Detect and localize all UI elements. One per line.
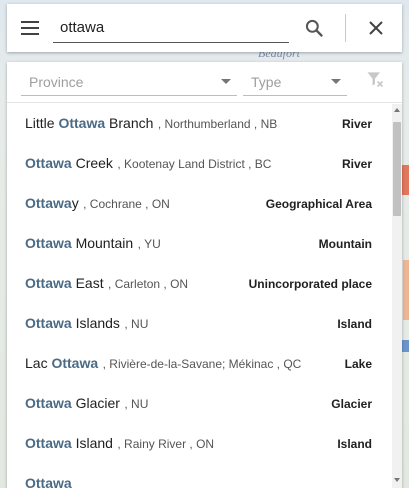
result-name-suffix: Islands	[71, 315, 120, 331]
result-row[interactable]: Lac Ottawa , Rivière-de-la-Savane; Mékin…	[7, 344, 393, 384]
result-name-group: Little Ottawa Branch , Northumberland , …	[25, 115, 277, 133]
chevron-down-icon	[331, 79, 341, 84]
results-list: Little Ottawa Branch , Northumberland , …	[7, 104, 393, 488]
result-name-match: Ottawa	[25, 155, 72, 171]
chevron-down-icon	[221, 79, 231, 84]
result-name-match: Ottawa	[58, 115, 106, 131]
result-name: Ottawa	[25, 475, 72, 488]
result-type: River	[341, 117, 372, 131]
result-location: , Rainy River , ON	[117, 437, 215, 451]
result-type: River	[341, 157, 372, 171]
map-edge	[401, 150, 409, 450]
result-location: , NU	[124, 317, 149, 331]
result-type: Island	[337, 317, 372, 331]
result-row[interactable]: Ottawa Mountain , YU Mountain	[7, 224, 393, 264]
result-location: , Cochrane , ON	[83, 197, 170, 211]
type-select[interactable]: Type	[243, 68, 347, 96]
result-name-group: Ottaway , Cochrane , ON	[25, 195, 170, 213]
result-name-group: Ottawa Mountain , YU	[25, 235, 161, 253]
result-name-group: Ottawa Islands , NU	[25, 315, 148, 333]
result-location: , YU	[137, 237, 161, 251]
result-name: Ottawa Glacier	[25, 395, 120, 411]
result-name-group: Lac Ottawa , Rivière-de-la-Savane; Mékin…	[25, 355, 301, 373]
search-input[interactable]	[53, 19, 289, 36]
search-divider	[345, 14, 346, 42]
result-name-group: Ottawa East , Carleton , ON	[25, 275, 188, 293]
result-row[interactable]: Ottawa Creek , Kootenay Land District , …	[7, 144, 393, 184]
search-icon[interactable]	[292, 4, 336, 52]
result-location: , NU	[124, 397, 149, 411]
result-name: Ottawa Mountain	[25, 235, 133, 251]
result-row[interactable]: Ottawa Islands , NU Island	[7, 304, 393, 344]
result-type: Island	[337, 437, 372, 451]
result-name-match: Ottawa	[25, 195, 72, 211]
search-bar	[7, 4, 402, 52]
result-name-group: Ottawa Creek , Kootenay Land District , …	[25, 155, 271, 173]
result-location: , Kootenay Land District , BC	[117, 157, 272, 171]
result-name-group: Ottawa Island , Rainy River , ON	[25, 435, 214, 453]
result-name-group: Ottawa Glacier , NU	[25, 395, 148, 413]
result-row[interactable]: Ottawa Island , Rainy River , ON Island	[7, 424, 393, 464]
result-type: Glacier	[331, 397, 372, 411]
result-name: Ottaway	[25, 195, 79, 211]
result-location: , Carleton , ON	[108, 277, 189, 291]
result-row[interactable]: Ottawa East , Carleton , ON Unincorporate…	[7, 264, 393, 304]
result-name: Lac Ottawa	[25, 355, 98, 371]
filter-bar: Province Type	[7, 62, 402, 103]
scroll-up-icon[interactable]	[394, 108, 400, 112]
result-name-match: Ottawa	[25, 395, 72, 411]
result-name-suffix: East	[71, 275, 104, 291]
result-location: , Rivière-de-la-Savane; Mékinac , QC	[102, 357, 302, 371]
result-name-group: Ottawa	[25, 475, 72, 488]
result-type: Mountain	[318, 237, 372, 251]
result-name-suffix: Creek	[71, 155, 113, 171]
result-location: , Northumberland , NB	[157, 117, 278, 131]
result-name: Ottawa Islands	[25, 315, 120, 331]
hamburger-menu-icon[interactable]	[7, 4, 53, 52]
results-scrollbar[interactable]	[392, 104, 402, 488]
province-select[interactable]: Province	[21, 68, 237, 96]
scroll-down-icon[interactable]	[394, 478, 400, 482]
filter-remove-icon[interactable]	[355, 62, 395, 96]
result-name-suffix: Glacier	[71, 395, 120, 411]
result-name-suffix: y	[71, 195, 79, 211]
result-type: Geographical Area	[265, 197, 372, 211]
result-name-match: Ottawa	[25, 235, 72, 251]
result-row[interactable]: Little Ottawa Branch , Northumberland , …	[7, 104, 393, 144]
result-name: Little Ottawa Branch	[25, 115, 153, 131]
result-name-prefix: Little	[25, 115, 59, 131]
result-name-suffix: Branch	[105, 115, 154, 131]
result-name-suffix: Mountain	[71, 235, 134, 251]
province-placeholder: Province	[29, 73, 84, 90]
result-row[interactable]: Ottawa	[7, 464, 393, 488]
result-row[interactable]: Ottaway , Cochrane , ON Geographical Area	[7, 184, 393, 224]
result-name-suffix: Island	[71, 435, 113, 451]
result-name-match: Ottawa	[25, 475, 72, 488]
result-name-match: Ottawa	[25, 315, 72, 331]
result-name-prefix: Lac	[25, 355, 52, 371]
result-row[interactable]: Ottawa Glacier , NU Glacier	[7, 384, 393, 424]
result-name: Ottawa East	[25, 275, 104, 291]
result-name: Ottawa Creek	[25, 155, 113, 171]
close-icon[interactable]	[352, 4, 400, 52]
search-field[interactable]	[53, 13, 289, 43]
scrollbar-thumb[interactable]	[393, 122, 401, 216]
type-placeholder: Type	[251, 73, 282, 90]
result-name-match: Ottawa	[25, 435, 72, 451]
result-type: Lake	[344, 357, 372, 371]
results-panel: Province Type Little Ottawa Branch , Nor…	[7, 62, 402, 488]
result-type: Unincorporated place	[248, 277, 372, 291]
result-name-match: Ottawa	[25, 275, 72, 291]
result-name: Ottawa Island	[25, 435, 113, 451]
result-name-match: Ottawa	[51, 355, 99, 371]
